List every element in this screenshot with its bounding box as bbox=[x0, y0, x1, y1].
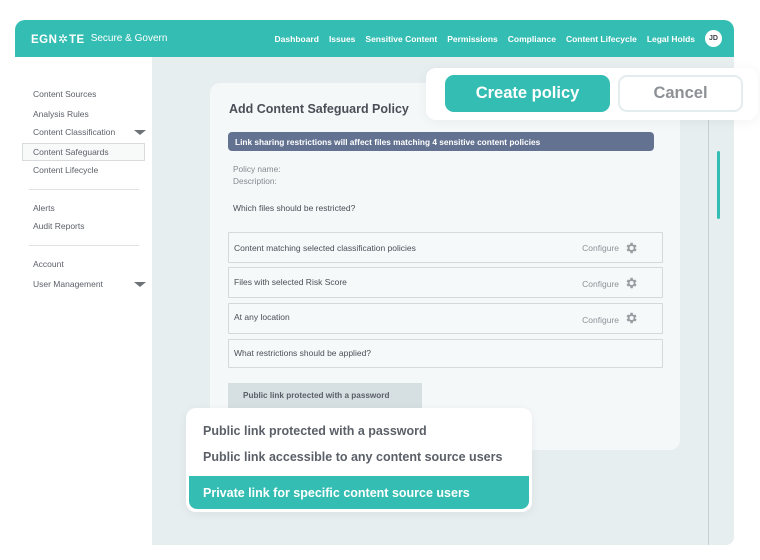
criteria-row-location[interactable]: At any location Configure bbox=[228, 303, 663, 334]
scrollbar-thumb[interactable] bbox=[717, 151, 720, 219]
configure-button[interactable]: Configure bbox=[582, 315, 619, 325]
dropdown-option-label: Private link for specific content source… bbox=[203, 485, 470, 500]
restrictions-question-row: What restrictions should be applied? bbox=[228, 339, 663, 368]
dropdown-option-public-any-user[interactable]: Public link accessible to any content so… bbox=[203, 450, 502, 464]
nav-sensitive-content[interactable]: Sensitive Content bbox=[365, 34, 437, 44]
sidebar-divider bbox=[29, 189, 139, 190]
caret-down-icon[interactable] bbox=[134, 281, 146, 287]
sidebar-item-label: Alerts bbox=[33, 203, 55, 213]
gear-icon[interactable] bbox=[624, 241, 638, 255]
sidebar-item-content-safeguards[interactable]: Content Safeguards bbox=[22, 143, 145, 161]
logo-star-icon: ✲ bbox=[57, 31, 69, 46]
gear-icon[interactable] bbox=[624, 276, 638, 290]
nav-issues[interactable]: Issues bbox=[329, 34, 355, 44]
criteria-row-classification[interactable]: Content matching selected classification… bbox=[228, 232, 663, 263]
sidebar-item-content-lifecycle[interactable]: Content Lifecycle bbox=[33, 162, 144, 178]
criteria-label: Files with selected Risk Score bbox=[234, 277, 347, 287]
sidebar-item-account[interactable]: Account bbox=[33, 256, 144, 272]
caret-down-icon[interactable] bbox=[134, 129, 146, 135]
sidebar: Content Sources Analysis Rules Content C… bbox=[15, 57, 152, 547]
sidebar-item-analysis-rules[interactable]: Analysis Rules bbox=[33, 106, 144, 122]
sidebar-item-audit-reports[interactable]: Audit Reports bbox=[33, 218, 144, 234]
user-avatar[interactable]: JD bbox=[705, 30, 722, 47]
files-question: Which files should be restricted? bbox=[233, 203, 356, 213]
product-name: Secure & Govern bbox=[90, 33, 168, 44]
restriction-dropdown-menu: Public link protected with a password Pu… bbox=[186, 408, 532, 512]
dropdown-option-public-password[interactable]: Public link protected with a password bbox=[203, 424, 427, 438]
sidebar-item-label: Audit Reports bbox=[33, 221, 85, 231]
main-nav: Dashboard Issues Sensitive Content Permi… bbox=[265, 30, 722, 47]
configure-button[interactable]: Configure bbox=[582, 243, 619, 253]
sidebar-item-alerts[interactable]: Alerts bbox=[33, 200, 144, 216]
sidebar-item-user-management[interactable]: User Management bbox=[33, 276, 146, 292]
criteria-label: Content matching selected classification… bbox=[234, 243, 416, 253]
restrictions-question: What restrictions should be applied? bbox=[234, 348, 372, 358]
nav-content-lifecycle[interactable]: Content Lifecycle bbox=[566, 34, 637, 44]
criteria-label: At any location bbox=[234, 312, 290, 322]
sidebar-item-label: Account bbox=[33, 259, 64, 269]
sidebar-item-content-classification[interactable]: Content Classification bbox=[33, 124, 146, 140]
egnyte-logo: EGN✲TE bbox=[31, 31, 85, 46]
sidebar-item-label: Content Safeguards bbox=[33, 147, 109, 157]
info-banner: Link sharing restrictions will affect fi… bbox=[228, 132, 654, 151]
policy-name-field[interactable]: Policy name: bbox=[233, 164, 281, 174]
sidebar-item-content-sources[interactable]: Content Sources bbox=[33, 86, 144, 102]
nav-compliance[interactable]: Compliance bbox=[508, 34, 556, 44]
dropdown-option-private-specific-users[interactable]: Private link for specific content source… bbox=[189, 476, 529, 509]
scroll-track bbox=[708, 110, 709, 545]
restriction-select-value: Public link protected with a password bbox=[243, 391, 390, 400]
sidebar-item-label: Content Classification bbox=[33, 127, 116, 137]
nav-dashboard[interactable]: Dashboard bbox=[275, 34, 319, 44]
top-nav-bar: EGN✲TE Secure & Govern Dashboard Issues … bbox=[15, 20, 734, 57]
brand[interactable]: EGN✲TE Secure & Govern bbox=[31, 32, 167, 46]
nav-legal-holds[interactable]: Legal Holds bbox=[647, 34, 695, 44]
criteria-row-risk-score[interactable]: Files with selected Risk Score Configure bbox=[228, 267, 663, 298]
description-field[interactable]: Description: bbox=[233, 176, 277, 186]
sidebar-item-label: Content Sources bbox=[33, 89, 97, 99]
page-title: Add Content Safeguard Policy bbox=[229, 102, 409, 116]
gear-icon[interactable] bbox=[624, 311, 638, 325]
nav-permissions[interactable]: Permissions bbox=[447, 34, 498, 44]
sidebar-divider bbox=[29, 245, 139, 246]
sidebar-item-label: Analysis Rules bbox=[33, 109, 89, 119]
create-policy-button[interactable]: Create policy bbox=[445, 75, 610, 112]
configure-button[interactable]: Configure bbox=[582, 279, 619, 289]
sidebar-item-label: Content Lifecycle bbox=[33, 165, 99, 175]
cancel-button[interactable]: Cancel bbox=[618, 75, 743, 112]
info-banner-text: Link sharing restrictions will affect fi… bbox=[235, 136, 541, 147]
restriction-select[interactable]: Public link protected with a password bbox=[228, 383, 422, 408]
sidebar-item-label: User Management bbox=[33, 279, 103, 289]
